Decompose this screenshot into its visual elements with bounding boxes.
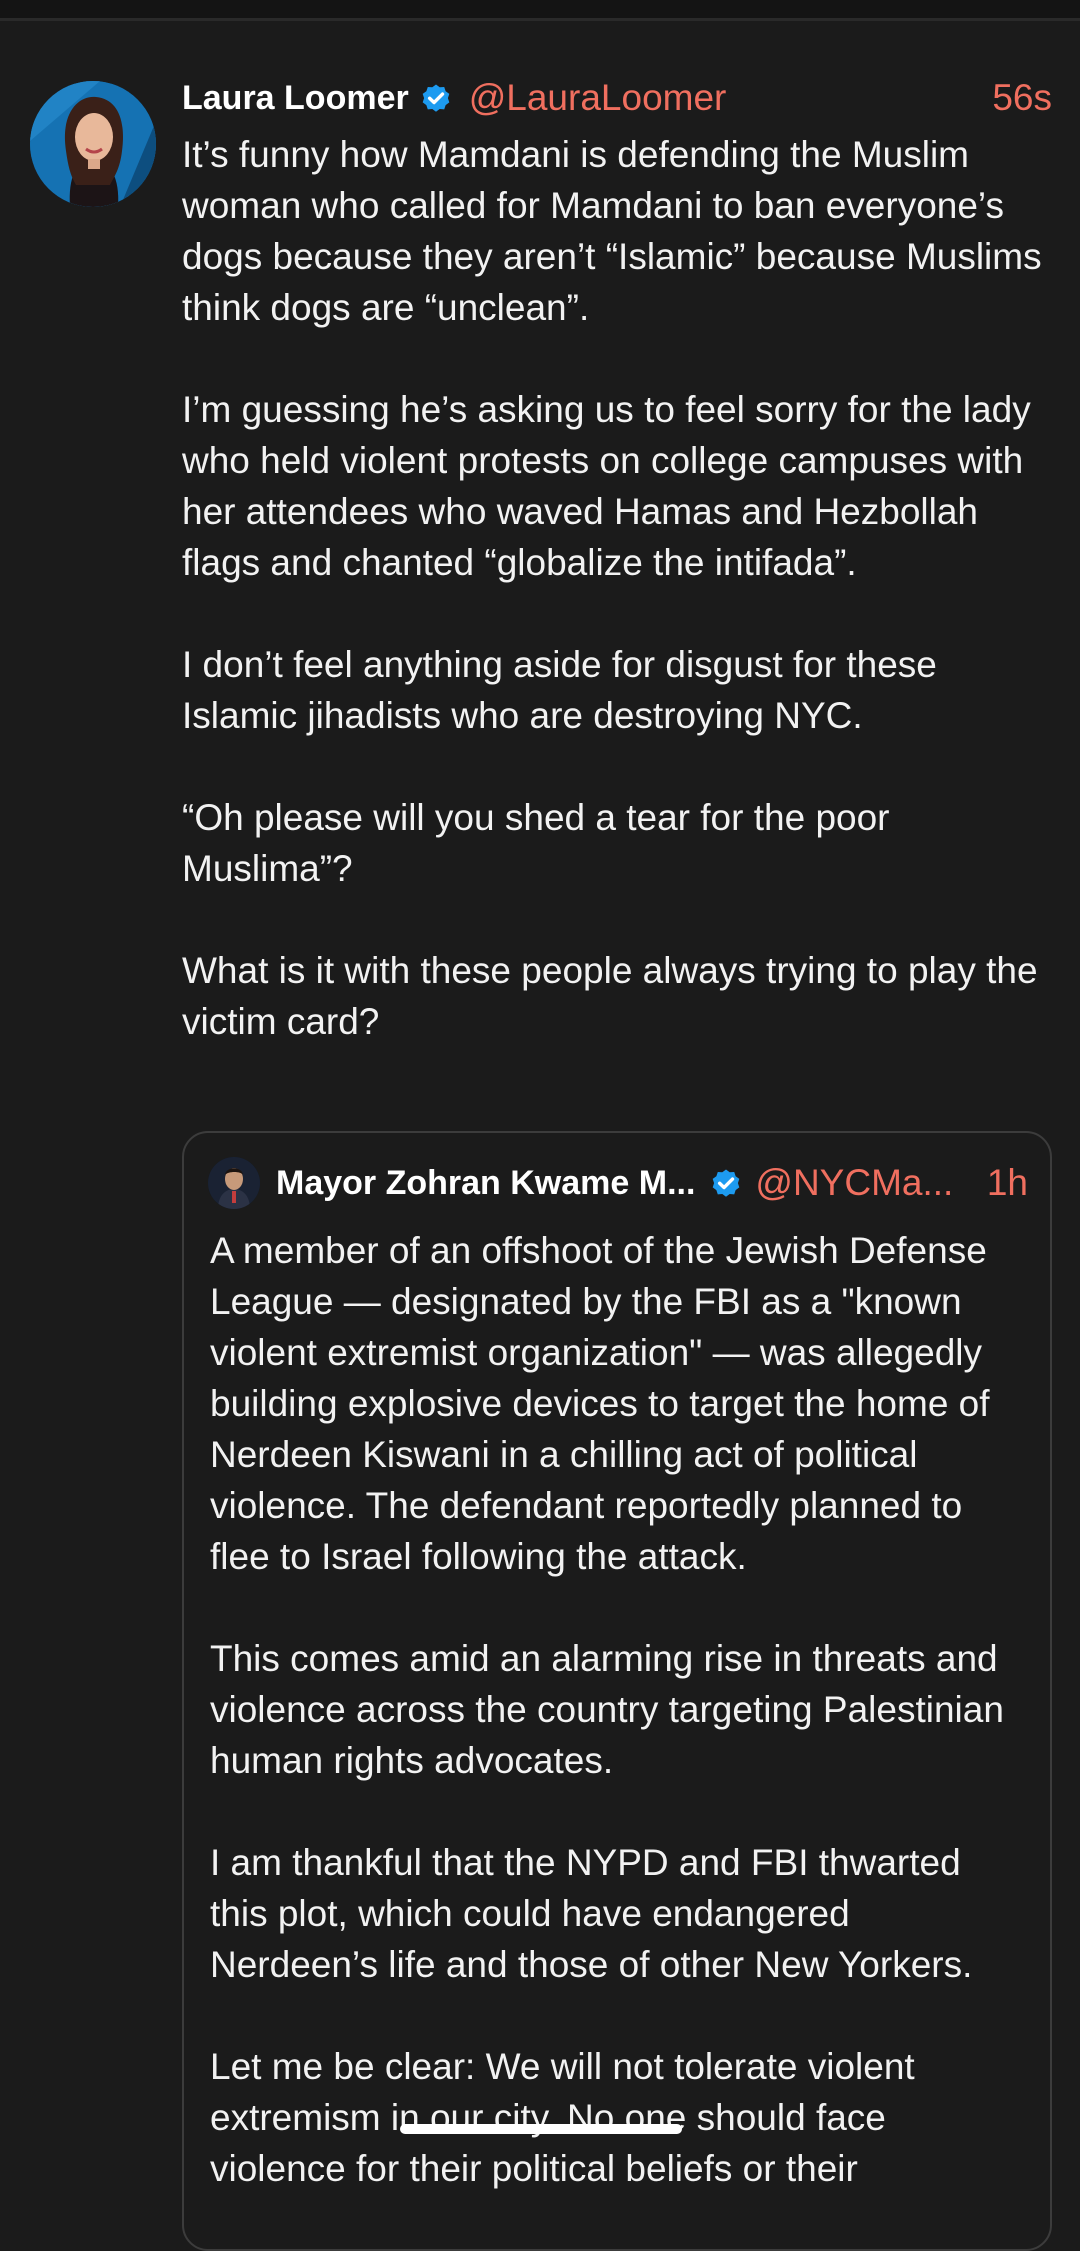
quoted-author-avatar[interactable] xyxy=(208,1157,260,1209)
quoted-post-header: Mayor Zohran Kwame M... @NYCMa... 1h xyxy=(208,1153,1028,1213)
avatar-image xyxy=(30,81,156,207)
quoted-author-handle[interactable]: @NYCMa... xyxy=(755,1162,953,1204)
quoted-post-body: A member of an offshoot of the Jewish De… xyxy=(210,1225,1026,2245)
avatar-image xyxy=(208,1157,260,1209)
quoted-post-paragraph: This comes amid an alarming rise in thre… xyxy=(210,1638,1004,1781)
post-paragraph: I’m guessing he’s asking us to feel sorr… xyxy=(182,389,1031,583)
quoted-post-paragraph: A member of an offshoot of the Jewish De… xyxy=(210,1230,990,1577)
post-timestamp[interactable]: 56s xyxy=(992,77,1052,119)
post-paragraph: “Oh please will you shed a tear for the … xyxy=(182,797,890,889)
author-avatar[interactable] xyxy=(30,81,156,207)
author-display-name[interactable]: Laura Loomer xyxy=(182,79,409,118)
post-paragraph: It’s funny how Mamdani is defending the … xyxy=(182,134,1042,328)
verified-badge-icon xyxy=(422,84,450,112)
top-bar xyxy=(0,0,1080,21)
post-paragraph: What is it with these people always tryi… xyxy=(182,950,1038,1042)
post-header: Laura Loomer @LauraLoomer 56s xyxy=(182,73,1052,123)
quoted-post-paragraph: Let me be clear: We will not tolerate vi… xyxy=(210,2046,915,2189)
quoted-post-paragraph: I am thankful that the NYPD and FBI thwa… xyxy=(210,1842,973,1985)
post-paragraph: I don’t feel anything aside for disgust … xyxy=(182,644,937,736)
post-body: It’s funny how Mamdani is defending the … xyxy=(182,129,1052,1098)
quoted-author-display-name[interactable]: Mayor Zohran Kwame M... xyxy=(276,1164,695,1203)
home-indicator[interactable] xyxy=(400,2124,682,2134)
quoted-post-card[interactable]: Mayor Zohran Kwame M... @NYCMa... 1h A m… xyxy=(182,1131,1052,2251)
post[interactable]: Laura Loomer @LauraLoomer 56s It’s funny… xyxy=(0,21,1080,2251)
quoted-post-timestamp[interactable]: 1h xyxy=(987,1162,1028,1204)
verified-badge-icon xyxy=(713,1169,740,1197)
author-handle[interactable]: @LauraLoomer xyxy=(469,77,727,119)
